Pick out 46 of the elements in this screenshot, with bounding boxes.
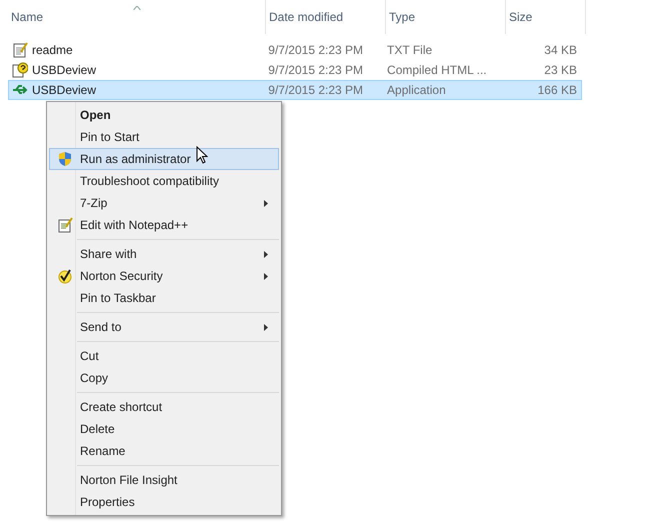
menu-item[interactable]: Create shortcut xyxy=(49,396,279,418)
submenu-arrow-icon xyxy=(264,250,268,258)
menu-item[interactable]: Properties xyxy=(49,491,279,513)
file-row[interactable]: USBDeview 9/7/2015 2:23 PM Application 166 KB xyxy=(8,80,582,100)
notepad-icon xyxy=(12,42,28,58)
menu-item[interactable]: Run as administrator xyxy=(49,148,279,170)
shield-icon xyxy=(57,151,73,167)
help-file-icon xyxy=(12,62,28,78)
menu-item[interactable]: Copy xyxy=(49,367,279,389)
menu-item[interactable]: 7-Zip xyxy=(49,192,279,214)
submenu-arrow-icon xyxy=(264,200,268,206)
type-cell-text: Application xyxy=(386,82,447,99)
column-header[interactable]: Date modified xyxy=(266,0,386,34)
size-cell-text: 23 KB xyxy=(543,62,578,79)
file-name: USBDeview xyxy=(32,62,96,79)
notepad-icon xyxy=(57,217,73,233)
submenu-arrow-icon xyxy=(264,272,268,280)
menu-item[interactable]: Rename xyxy=(49,440,279,462)
date-cell-text: 9/7/2015 2:23 PM xyxy=(267,42,364,59)
menu-item[interactable]: Pin to Start xyxy=(49,126,279,148)
type-cell-text: Compiled HTML ... xyxy=(386,62,488,79)
menu-item[interactable]: Edit with Notepad++ xyxy=(49,214,279,236)
date-cell-text: 9/7/2015 2:23 PM xyxy=(267,82,364,99)
size-cell-text: 166 KB xyxy=(536,82,578,99)
menu-item[interactable]: Norton File Insight xyxy=(49,469,279,491)
menu-item[interactable]: Delete xyxy=(49,418,279,440)
mouse-cursor-icon xyxy=(196,146,208,164)
check-icon xyxy=(57,268,73,284)
column-header[interactable]: Name xyxy=(8,0,266,34)
file-name: readme xyxy=(32,42,73,59)
menu-item[interactable]: Send to xyxy=(49,316,279,338)
submenu-arrow-icon xyxy=(264,324,268,330)
menu-item[interactable]: Open xyxy=(49,104,279,126)
menu-item[interactable]: Cut xyxy=(49,345,279,367)
type-cell-text: TXT File xyxy=(386,42,434,59)
menu-item[interactable]: Norton Security xyxy=(49,265,279,287)
menu-item[interactable]: Troubleshoot compatibility xyxy=(49,170,279,192)
menu-item[interactable]: Pin to Taskbar xyxy=(49,287,279,309)
column-header[interactable]: Size xyxy=(506,0,586,34)
file-name: USBDeview xyxy=(32,82,96,99)
column-header[interactable]: Type xyxy=(386,0,506,34)
menu-item[interactable]: Share with xyxy=(49,243,279,265)
size-cell-text: 34 KB xyxy=(543,42,578,59)
file-row[interactable]: readme 9/7/2015 2:23 PM TXT File 34 KB xyxy=(8,40,582,60)
file-row[interactable]: USBDeview 9/7/2015 2:23 PM Compiled HTML ... 23 KB xyxy=(8,60,582,80)
date-cell-text: 9/7/2015 2:23 PM xyxy=(267,62,364,79)
